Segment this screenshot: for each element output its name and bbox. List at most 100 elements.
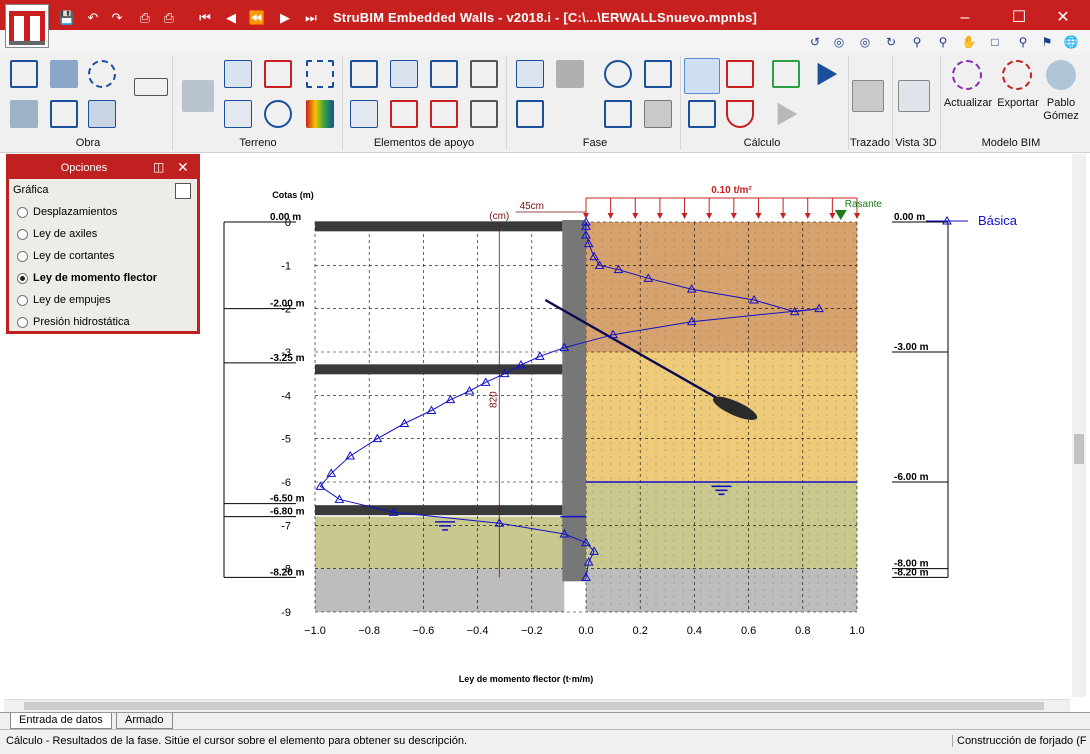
soil-texture-dot: [781, 435, 783, 437]
delete-layer-button[interactable]: [264, 60, 292, 88]
zoom-previous-icon[interactable]: ◎: [856, 33, 874, 51]
fullscreen-icon[interactable]: □: [986, 33, 1004, 51]
moment-diagram[interactable]: 0.10 t/m²Rasante45cm(cm)8200-1-2-3-4-5-6…: [200, 185, 1070, 695]
soil-texture-dot: [772, 295, 774, 297]
soil-texture-dot: [736, 505, 738, 507]
user-name-label[interactable]: Pablo Gómez: [1040, 97, 1082, 123]
soil-texture-dot: [664, 337, 666, 339]
soil-texture-dot: [592, 225, 594, 227]
soil-texture-dot: [799, 267, 801, 269]
soil-texture-dot: [826, 330, 828, 332]
terrain-button[interactable]: [182, 80, 214, 112]
vertical-scroll-thumb[interactable]: [1074, 434, 1084, 464]
materials-button[interactable]: [10, 100, 38, 128]
diagram-button[interactable]: [688, 100, 716, 128]
data-table-button[interactable]: [88, 100, 116, 128]
soil-texture-dot: [736, 561, 738, 563]
soil-texture-dot: [673, 414, 675, 416]
soil-texture-dot: [790, 393, 792, 395]
soil-texture-dot: [700, 589, 702, 591]
anchor-button[interactable]: [390, 60, 418, 88]
sections-button[interactable]: [50, 100, 78, 128]
option-ley-axiles[interactable]: Ley de axiles: [17, 227, 197, 243]
soil-layer-right-3: [586, 568, 857, 612]
search-icon[interactable]: ⚲: [1014, 33, 1032, 51]
bim-export-label[interactable]: Exportar: [994, 97, 1042, 110]
soil-texture-dot: [610, 400, 612, 402]
soil-texture-dot: [637, 232, 639, 234]
globe-icon[interactable]: 🌐: [1062, 33, 1080, 51]
edit-support-button[interactable]: [430, 60, 458, 88]
slab-support-button[interactable]: [470, 60, 498, 88]
horizontal-scroll-thumb[interactable]: [24, 702, 1044, 710]
envelope-button[interactable]: [726, 60, 754, 88]
wall-layout-button[interactable]: [10, 60, 38, 88]
add-layer-button[interactable]: [224, 60, 252, 88]
pan-icon[interactable]: ✋: [960, 33, 978, 51]
zoom-all-icon[interactable]: ◎: [830, 33, 848, 51]
soil-texture-dot: [772, 323, 774, 325]
book-icon[interactable]: ⚑: [1038, 33, 1056, 51]
user-avatar[interactable]: [1046, 60, 1076, 90]
soil-texture-dot: [727, 372, 729, 374]
check-button[interactable]: [772, 60, 800, 88]
results-graph-button[interactable]: [684, 58, 720, 94]
tab-entrada-datos[interactable]: Entrada de datos: [10, 713, 112, 729]
soil-texture-dot: [682, 267, 684, 269]
option-ley-momento-flector[interactable]: Ley de momento flector: [17, 271, 197, 287]
settings-button[interactable]: [88, 60, 116, 88]
support-props-button[interactable]: [470, 100, 498, 128]
bim-export-icon[interactable]: [1002, 60, 1032, 90]
layout-button[interactable]: [852, 80, 884, 112]
soil-texture-dot: [835, 253, 837, 255]
soil-texture-dot: [808, 421, 810, 423]
phase-edit-button[interactable]: [516, 60, 544, 88]
zoom-out-icon[interactable]: ⚲: [934, 33, 952, 51]
water-table-button[interactable]: [224, 100, 252, 128]
option-presion-hidrostatica[interactable]: Presión hidrostática: [17, 315, 197, 331]
graph-settings-icon[interactable]: [175, 183, 191, 199]
support-list-button[interactable]: [350, 100, 378, 128]
edit-layer-button[interactable]: [306, 60, 334, 88]
maximize-button[interactable]: ☐: [1004, 6, 1034, 30]
bim-update-label[interactable]: Actualizar: [942, 97, 994, 110]
close-panel-icon[interactable]: ✕: [177, 159, 189, 176]
phase-insert-button[interactable]: [516, 100, 544, 128]
tab-armado[interactable]: Armado: [116, 713, 173, 729]
soil-texture-dot: [655, 428, 657, 430]
soil-texture-dot: [637, 463, 639, 465]
horizontal-scrollbar[interactable]: [4, 699, 1070, 712]
dock-icon[interactable]: ◫: [153, 160, 164, 174]
remove-support-button[interactable]: [430, 100, 458, 128]
terrain-slope-button[interactable]: [264, 100, 292, 128]
soil-texture-dot: [709, 596, 711, 598]
option-desplazamientos[interactable]: Desplazamientos: [17, 205, 197, 221]
minimize-button[interactable]: –: [950, 6, 980, 30]
soil-texture-dot: [700, 316, 702, 318]
phase-excavation-button[interactable]: [604, 100, 632, 128]
view-3d-button[interactable]: [898, 80, 930, 112]
phase-eraser-button[interactable]: [644, 100, 672, 128]
soil-texture-dot: [817, 540, 819, 542]
zoom-window-icon[interactable]: ↺: [806, 33, 824, 51]
view-options-button[interactable]: [134, 78, 168, 96]
phase-rotate-button[interactable]: [604, 60, 632, 88]
option-ley-cortantes[interactable]: Ley de cortantes: [17, 249, 197, 265]
terrain-colors-button[interactable]: [306, 100, 334, 128]
add-strut-button[interactable]: [350, 60, 378, 88]
edit-work-button[interactable]: [50, 60, 78, 88]
phase-loads-button[interactable]: [644, 60, 672, 88]
soil-texture-dot: [601, 526, 603, 528]
soil-texture-dot: [826, 414, 828, 416]
stress-button[interactable]: [726, 100, 754, 128]
close-window-button[interactable]: ✕: [1048, 6, 1078, 30]
option-ley-empujes[interactable]: Ley de empujes: [17, 293, 197, 309]
phase-copy-button[interactable]: [556, 60, 584, 88]
bim-update-icon[interactable]: [952, 60, 982, 90]
support-delete-button[interactable]: [390, 100, 418, 128]
vertical-scrollbar[interactable]: [1072, 154, 1086, 697]
soil-texture-dot: [790, 505, 792, 507]
soil-texture-dot: [763, 393, 765, 395]
zoom-in-icon[interactable]: ⚲: [908, 33, 926, 51]
redraw-icon[interactable]: ↻: [882, 33, 900, 51]
